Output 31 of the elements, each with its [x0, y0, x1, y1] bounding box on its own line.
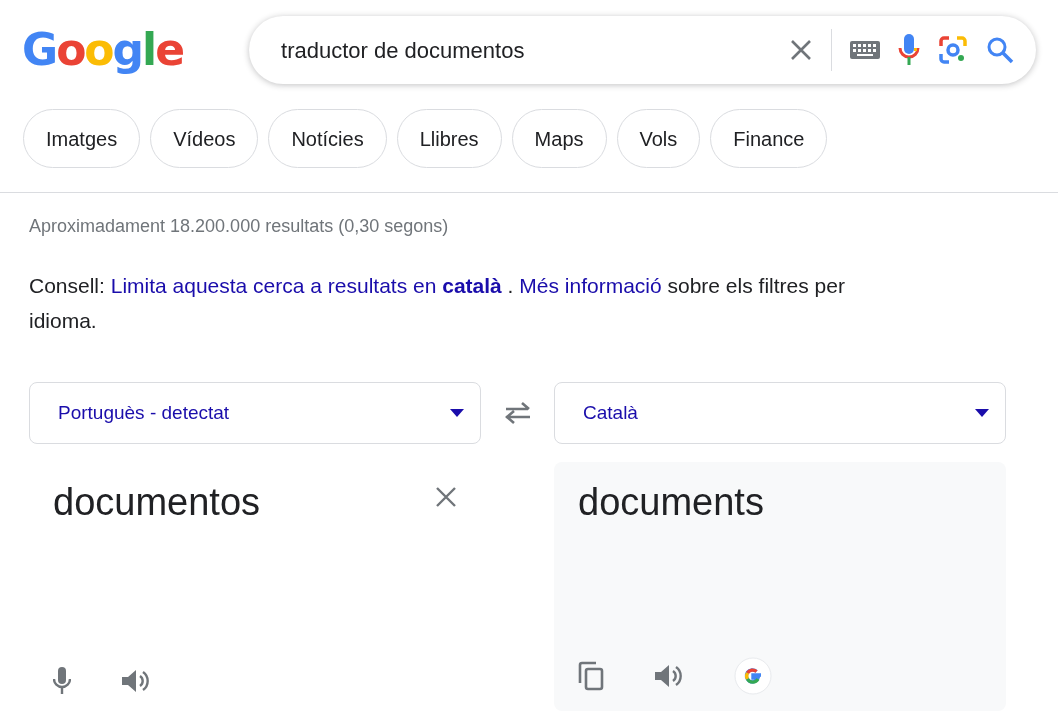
- copy-icon[interactable]: [578, 661, 604, 691]
- speaker-icon[interactable]: [654, 663, 684, 689]
- microphone-icon[interactable]: [898, 34, 920, 66]
- link[interactable]: Limita aquesta cerca a resultats en català: [110, 274, 502, 297]
- filter-chip[interactable]: Imatges: [23, 109, 141, 168]
- caret-icon: [450, 409, 464, 417]
- close-icon[interactable]: [435, 486, 457, 508]
- filter-chip[interactable]: Notícies: [268, 109, 387, 168]
- speaker-icon[interactable]: [121, 668, 151, 694]
- result-stats: Aproximadament 18.200.000 resultats (0,30 segons): [28, 215, 450, 238]
- close-icon[interactable]: [789, 38, 813, 62]
- link[interactable]: Més informació: [519, 274, 662, 297]
- swap-icon[interactable]: [503, 402, 532, 424]
- language-tip: Consell: Limita aquesta cerca a resultats en català . Més informació sobre els filtres per idioma.: [28, 273, 846, 334]
- keyboard-icon[interactable]: [850, 41, 880, 59]
- google-icon[interactable]: [734, 657, 772, 695]
- translated-text: documents: [578, 482, 765, 524]
- filter-chip[interactable]: Vols: [616, 109, 701, 168]
- caret-icon: [975, 409, 989, 417]
- microphone-icon[interactable]: [53, 667, 71, 695]
- camera-icon[interactable]: [938, 35, 968, 65]
- filter-chip[interactable]: Maps: [511, 109, 607, 168]
- filter-chip[interactable]: Vídeos: [150, 109, 259, 168]
- source-text[interactable]: documentos: [53, 482, 260, 524]
- filter-chip[interactable]: Llibres: [396, 109, 502, 168]
- search-icon[interactable]: [986, 36, 1014, 64]
- search-field[interactable]: traductor de documentos: [279, 32, 771, 68]
- google-logo[interactable]: Google: [22, 28, 184, 72]
- target-language-select[interactable]: Català: [554, 382, 1006, 444]
- filter-chip[interactable]: Finance: [710, 109, 828, 168]
- source-language-select[interactable]: Portuguès - detectat: [29, 382, 481, 444]
